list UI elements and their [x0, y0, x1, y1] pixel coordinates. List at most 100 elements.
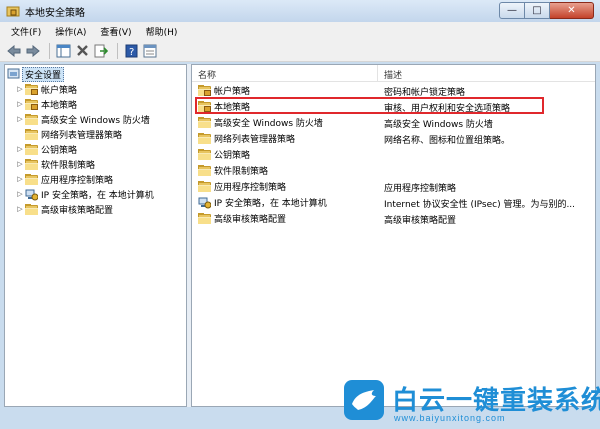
folder-icon [25, 203, 38, 215]
folder-icon [25, 173, 38, 185]
tree-root-label: 安全设置 [22, 66, 65, 82]
red-highlight-annotation [195, 97, 544, 114]
tree-item-windows-firewall[interactable]: ▷ 高级安全 Windows 防火墙 [15, 112, 150, 126]
minimize-button[interactable]: — [499, 2, 525, 19]
expand-arrow-icon[interactable]: ▷ [15, 85, 25, 93]
expand-arrow-icon[interactable]: ▷ [15, 205, 25, 213]
menu-help[interactable]: 帮助(H) [139, 25, 185, 38]
close-button[interactable]: ✕ [550, 2, 594, 19]
watermark-url: www.baiyunxitong.com [394, 413, 506, 423]
menu-bar: 文件(F) 操作(A) 查看(V) 帮助(H) [0, 22, 600, 40]
properties-icon[interactable] [142, 43, 158, 59]
tree-item-ip-security[interactable]: ▷ IP 安全策略，在 本地计算机 [15, 187, 154, 201]
expand-arrow-icon[interactable]: ▷ [15, 100, 25, 108]
ip-security-icon [25, 188, 39, 201]
lock-folder-icon [25, 98, 38, 110]
watermark-title: 白云一键重装系统 [392, 386, 600, 416]
list-row-software-restriction[interactable]: 软件限制策略 [192, 163, 595, 178]
expand-arrow-icon[interactable]: ▷ [15, 115, 25, 123]
toolbar: ? [0, 40, 600, 62]
menu-action[interactable]: 操作(A) [48, 25, 93, 38]
folder-icon [198, 117, 211, 128]
row-description: 应用程序控制策略 [384, 184, 457, 194]
tree-item-label: 网络列表管理器策略 [41, 130, 123, 141]
security-settings-icon [7, 68, 20, 80]
lock-folder-icon [198, 85, 211, 96]
export-list-icon[interactable] [93, 43, 109, 59]
lock-folder-icon [25, 83, 38, 95]
expand-arrow-icon[interactable]: ▷ [15, 175, 25, 183]
menu-view[interactable]: 查看(V) [93, 25, 138, 38]
tree-item-label: 高级审核策略配置 [41, 205, 114, 216]
folder-icon [25, 158, 38, 170]
list-row-ip-security[interactable]: IP 安全策略，在 本地计算机 Internet 协议安全性 (IPsec) 管… [192, 195, 595, 210]
security-policy-app-icon [6, 4, 20, 18]
list-header: 名称 描述 [192, 65, 595, 82]
title-bar: 本地安全策略 — □ ✕ [0, 0, 600, 22]
delete-icon[interactable] [74, 43, 90, 59]
folder-icon [198, 165, 211, 176]
toolbar-separator [117, 42, 118, 59]
list-row-windows-firewall[interactable]: 高级安全 Windows 防火墙 高级安全 Windows 防火墙 [192, 115, 595, 130]
bird-logo-icon [344, 380, 384, 420]
expand-arrow-icon[interactable]: ▷ [15, 190, 25, 198]
menu-file[interactable]: 文件(F) [4, 25, 48, 38]
folder-icon [25, 113, 38, 125]
ip-security-icon [198, 196, 212, 209]
tree-item-label: 帐户策略 [41, 85, 78, 96]
row-name: 帐户策略 [214, 87, 251, 97]
navigation-tree: 安全设置 ▷ 帐户策略 ▷ 本地策略 ▷ 高级安全 Windows 防火墙 网络… [4, 64, 187, 407]
row-name: 高级安全 Windows 防火墙 [214, 119, 323, 129]
tree-item-label: IP 安全策略，在 本地计算机 [41, 190, 154, 201]
tree-item-local-policies[interactable]: ▷ 本地策略 [15, 97, 77, 111]
folder-icon [25, 143, 38, 155]
toolbar-separator [49, 42, 50, 59]
svg-text:?: ? [129, 47, 134, 58]
back-icon[interactable] [6, 43, 22, 59]
row-name: IP 安全策略，在 本地计算机 [214, 199, 327, 209]
show-hide-tree-icon[interactable] [55, 43, 71, 59]
column-header-description[interactable]: 描述 [384, 68, 402, 81]
row-description: 高级安全 Windows 防火墙 [384, 120, 493, 130]
folder-icon [198, 181, 211, 192]
tree-item-public-key-policies[interactable]: ▷ 公钥策略 [15, 142, 77, 156]
tree-item-label: 高级安全 Windows 防火墙 [41, 115, 150, 126]
tree-item-network-list-manager[interactable]: 网络列表管理器策略 [15, 127, 122, 141]
details-list: 名称 描述 帐户策略 密码和帐户锁定策略 本地策略 审核、用户权利和安全选项策略… [191, 64, 596, 407]
tree-item-label: 公钥策略 [41, 145, 78, 156]
list-row-application-control[interactable]: 应用程序控制策略 应用程序控制策略 [192, 179, 595, 194]
list-row-public-key-policies[interactable]: 公钥策略 [192, 147, 595, 162]
folder-icon [25, 128, 38, 140]
list-row-network-list-manager[interactable]: 网络列表管理器策略 网络名称、图标和位置组策略。 [192, 131, 595, 146]
folder-icon [198, 149, 211, 160]
column-divider[interactable] [377, 65, 378, 82]
row-name: 网络列表管理器策略 [214, 135, 296, 145]
expand-arrow-icon[interactable]: ▷ [15, 145, 25, 153]
window-title: 本地安全策略 [25, 7, 85, 19]
folder-icon [198, 133, 211, 144]
column-header-name[interactable]: 名称 [198, 68, 216, 81]
forward-icon[interactable] [25, 43, 41, 59]
tree-item-label: 软件限制策略 [41, 160, 96, 171]
tree-item-label: 本地策略 [41, 100, 78, 111]
expand-arrow-icon[interactable]: ▷ [15, 160, 25, 168]
window-controls: — □ ✕ [499, 2, 594, 19]
row-name: 软件限制策略 [214, 167, 269, 177]
tree-item-account-policies[interactable]: ▷ 帐户策略 [15, 82, 77, 96]
tree-item-application-control[interactable]: ▷ 应用程序控制策略 [15, 172, 113, 186]
row-description: 网络名称、图标和位置组策略。 [384, 136, 511, 146]
row-name: 应用程序控制策略 [214, 183, 287, 193]
row-name: 公钥策略 [214, 151, 251, 161]
tree-item-advanced-audit[interactable]: ▷ 高级审核策略配置 [15, 202, 113, 216]
tree-root-security-settings[interactable]: 安全设置 [7, 66, 65, 82]
list-row-account-policies[interactable]: 帐户策略 密码和帐户锁定策略 [192, 83, 595, 98]
row-name: 高级审核策略配置 [214, 215, 287, 225]
row-description: 高级审核策略配置 [384, 216, 457, 226]
tree-item-software-restriction[interactable]: ▷ 软件限制策略 [15, 157, 95, 171]
list-row-advanced-audit[interactable]: 高级审核策略配置 高级审核策略配置 [192, 211, 595, 226]
folder-icon [198, 213, 211, 224]
watermark-logo: 白云一键重装系统 www.baiyunxitong.com [344, 380, 600, 426]
maximize-button[interactable]: □ [525, 2, 550, 19]
row-description: Internet 协议安全性 (IPsec) 管理。为与别的... [384, 200, 576, 210]
help-icon[interactable]: ? [123, 43, 139, 59]
